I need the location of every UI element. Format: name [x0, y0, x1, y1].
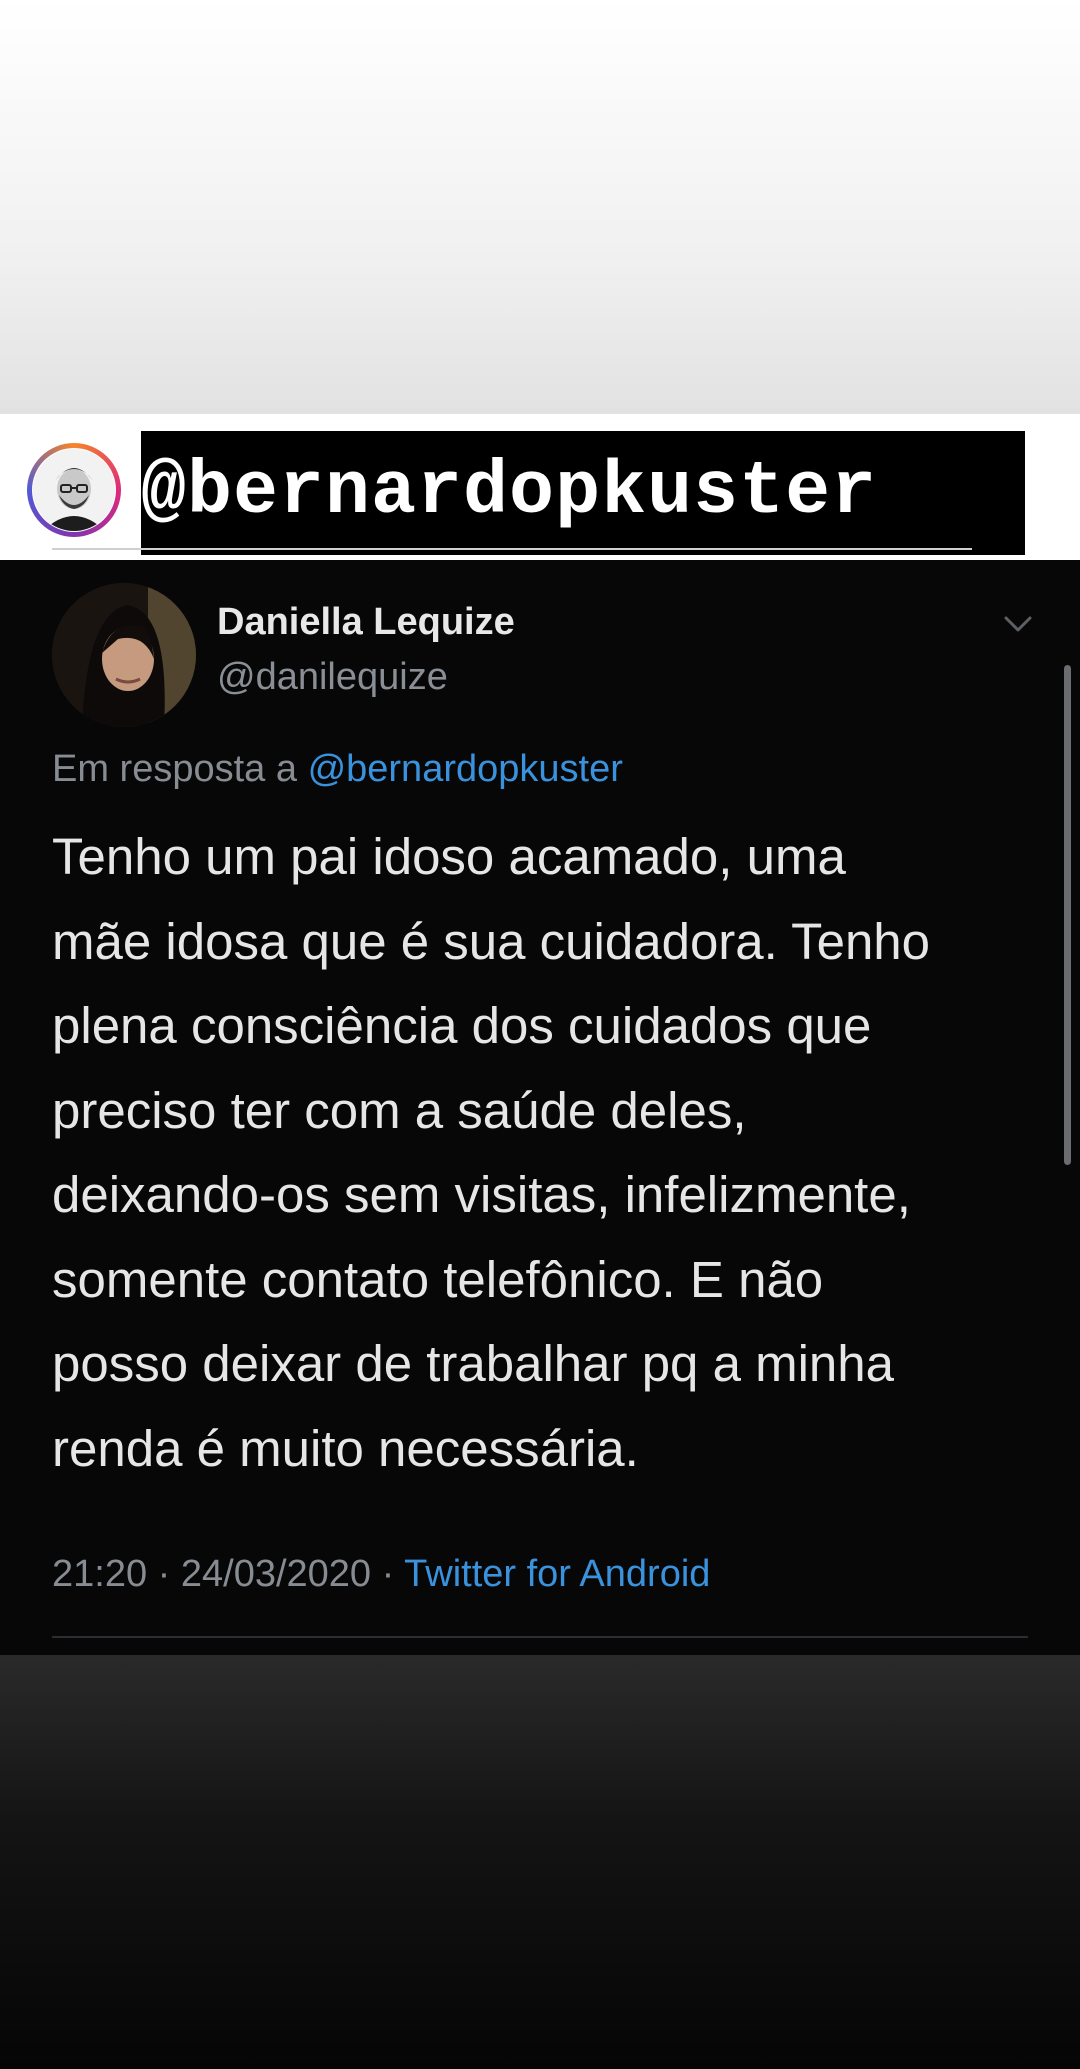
mention-sticker-text[interactable]: @bernardopkuster: [141, 431, 1025, 555]
chevron-down-icon[interactable]: [1000, 612, 1036, 636]
author-name[interactable]: Daniella Lequize: [217, 601, 515, 644]
mention-underline: [52, 548, 972, 550]
meta-separator: ·: [381, 1553, 395, 1595]
author-avatar[interactable]: [52, 583, 196, 727]
story-background-top: [0, 0, 1080, 414]
mention-sticker[interactable]: @bernardopkuster: [141, 431, 1025, 555]
author-photo-icon: [52, 583, 196, 727]
tweet-time: 21:20: [52, 1553, 148, 1595]
author-handle[interactable]: @danilequize: [217, 656, 448, 699]
tweet-metadata: 21:20 · 24/03/2020 · Twitter for Android: [52, 1553, 710, 1596]
tweet-body-line: Tenho um pai idoso acamado, uma: [52, 828, 846, 885]
profile-photo-icon: [33, 449, 115, 531]
tweet-body-line: somente contato telefônico. E não: [52, 1250, 824, 1308]
tweet-body-line: plena consciência dos cuidados que: [52, 997, 872, 1054]
card-divider: [52, 1636, 1028, 1638]
meta-separator: ·: [157, 1553, 171, 1595]
reply-handle-link[interactable]: @bernardopkuster: [308, 748, 623, 790]
tweet-body-line: deixando-os sem visitas, infelizmente,: [52, 1166, 911, 1223]
reply-prefix: Em resposta a: [52, 748, 297, 790]
story-avatar[interactable]: [27, 443, 121, 537]
tweet-source-link[interactable]: Twitter for Android: [404, 1553, 710, 1595]
tweet-body-line: preciso ter com a saúde deles,: [52, 1081, 747, 1139]
scrollbar[interactable]: [1064, 665, 1071, 1165]
story-background-bottom: [0, 1655, 1080, 2069]
tweet-body-line: posso deixar de trabalhar pq a minha: [52, 1335, 895, 1392]
reply-context: Em resposta a @bernardopkuster: [52, 748, 623, 791]
tweet-body-line: renda é muito necessária.: [52, 1419, 639, 1477]
tweet-body: Tenho um pai idoso acamado, uma mãe idos…: [52, 815, 1032, 1491]
tweet-date: 24/03/2020: [180, 1553, 372, 1595]
tweet-body-line: mãe idosa que é sua cuidadora. Tenho: [52, 912, 931, 970]
